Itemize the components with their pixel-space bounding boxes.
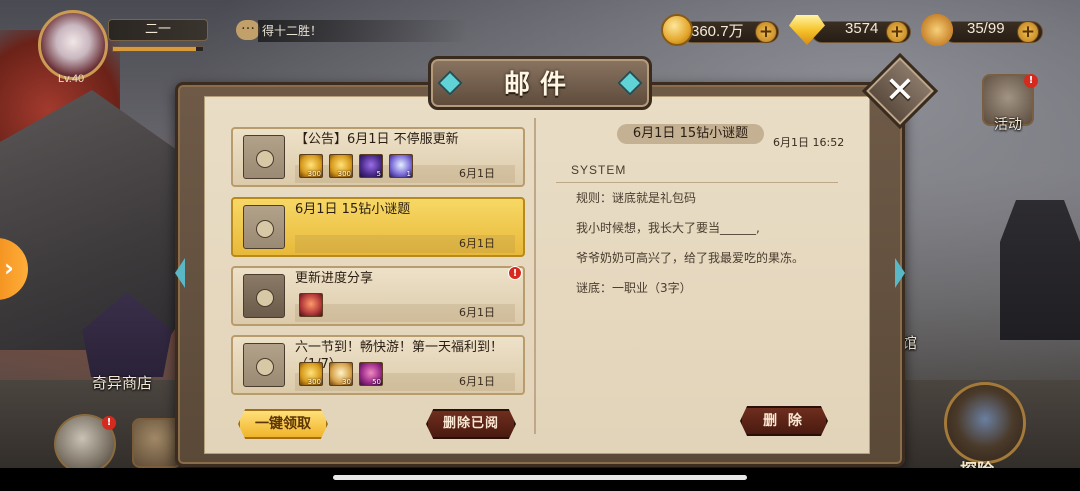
purple-crystal-icon[interactable]: 5 [359, 154, 383, 178]
gold-ingot-icon[interactable]: 300 [329, 154, 353, 178]
explore-emblem-icon[interactable] [944, 382, 1026, 464]
gold-ingot-icon[interactable]: 300 [299, 154, 323, 178]
envelope-closed-icon [243, 274, 285, 318]
purple-gem-icon[interactable]: 50 [359, 362, 383, 386]
home-indicator[interactable] [333, 475, 747, 480]
mail-detail-time: 6月1日 16:52 [773, 136, 845, 149]
attachment-count: 300 [307, 170, 321, 178]
mail-date: 6月1日 [459, 306, 495, 319]
scroll-icon[interactable]: 30 [329, 362, 353, 386]
attachment-count: 5 [376, 170, 381, 178]
envelope-open-icon [243, 343, 285, 387]
mail-detail-line: 我小时候想，我长大了要当______, [576, 221, 760, 235]
diamond-amount: 3574 [845, 20, 879, 37]
mail-detail-title: 6月1日 15钻小谜题 [617, 124, 764, 144]
add-gold-button[interactable]: + [755, 21, 777, 43]
mail-panel-divider [534, 118, 536, 434]
mail-detail-sender: SYSTEM [571, 163, 627, 177]
player-name: 二一 [108, 19, 208, 41]
mail-detail-line: 规则：谜底就是礼包码 [576, 191, 697, 205]
gold-ingot-icon[interactable]: 300 [299, 362, 323, 386]
guild-building[interactable] [1000, 200, 1080, 340]
chevron-right-icon: › [4, 254, 14, 282]
mail-title: 邮件 [503, 70, 576, 100]
exp-bar-fill [113, 47, 196, 51]
exp-bar [112, 46, 204, 52]
detail-separator [556, 182, 838, 183]
attachment-count: 50 [372, 378, 381, 386]
mail-date: 6月1日 [459, 375, 495, 388]
crystal-pyramid-icon[interactable]: 1 [389, 154, 413, 178]
claim-all-button[interactable]: 一键领取 [238, 409, 328, 439]
mail-list-item[interactable]: 六一节到！畅快游！第一天福利到！（1/7） 300 30 50 6月1日 [231, 335, 525, 395]
stamina-icon [921, 14, 953, 46]
mail-detail-line: 爷爷奶奶可高兴了，给了我最爱吃的果冻。 [576, 251, 805, 265]
add-diamonds-button[interactable]: + [886, 21, 908, 43]
hero-card-icon[interactable] [299, 293, 323, 317]
mail-detail-line: 谜底：一职业（3字） [576, 281, 692, 295]
mail-list-item[interactable]: 更新进度分享 6月1日 [231, 266, 525, 326]
mail-date: 6月1日 [459, 237, 495, 250]
mail-subject: 6月1日 15钻小谜题 [295, 202, 411, 217]
gold-coin-icon [661, 14, 693, 46]
delete-button[interactable]: 删 除 [740, 406, 828, 436]
chat-bubble-icon[interactable] [236, 17, 260, 40]
unread-alert-badge: ! [508, 266, 522, 280]
player-level: Lv.40 [58, 73, 85, 85]
stamina-amount: 35/99 [967, 20, 1005, 37]
helmet-alert-badge: ! [102, 416, 116, 430]
activity-label[interactable]: 活动 [994, 114, 1022, 134]
chat-ticker[interactable]: 得十二胜！ [258, 20, 468, 42]
strange-shop-label[interactable]: 奇异商店 [92, 372, 152, 393]
add-stamina-button[interactable]: + [1017, 21, 1039, 43]
attachment-count: 30 [342, 378, 351, 386]
delete-read-button[interactable]: 删除已阅 [426, 409, 516, 439]
player-avatar[interactable] [38, 10, 108, 80]
mail-subject: 更新进度分享 [295, 271, 374, 286]
attachment-count: 300 [337, 170, 351, 178]
attachment-count: 1 [406, 170, 411, 178]
mail-subject: 【公告】6月1日 不停服更新 [295, 132, 459, 147]
envelope-open-icon [243, 135, 285, 179]
mail-list-item[interactable]: 【公告】6月1日 不停服更新 300 300 5 1 6月1日 [231, 127, 525, 187]
mail-list-item-selected[interactable]: 6月1日 15钻小谜题 6月1日 [231, 197, 525, 257]
envelope-open-icon [243, 205, 285, 249]
close-icon[interactable]: ✕ [873, 66, 927, 120]
mail-subject: 六一节到！畅快游！第一天福利到！（1/7） [295, 340, 504, 372]
gold-amount: 360.7万 [691, 23, 744, 40]
attachment-count: 300 [307, 378, 321, 386]
activity-alert-badge: ! [1024, 74, 1038, 88]
mail-date: 6月1日 [459, 167, 495, 180]
